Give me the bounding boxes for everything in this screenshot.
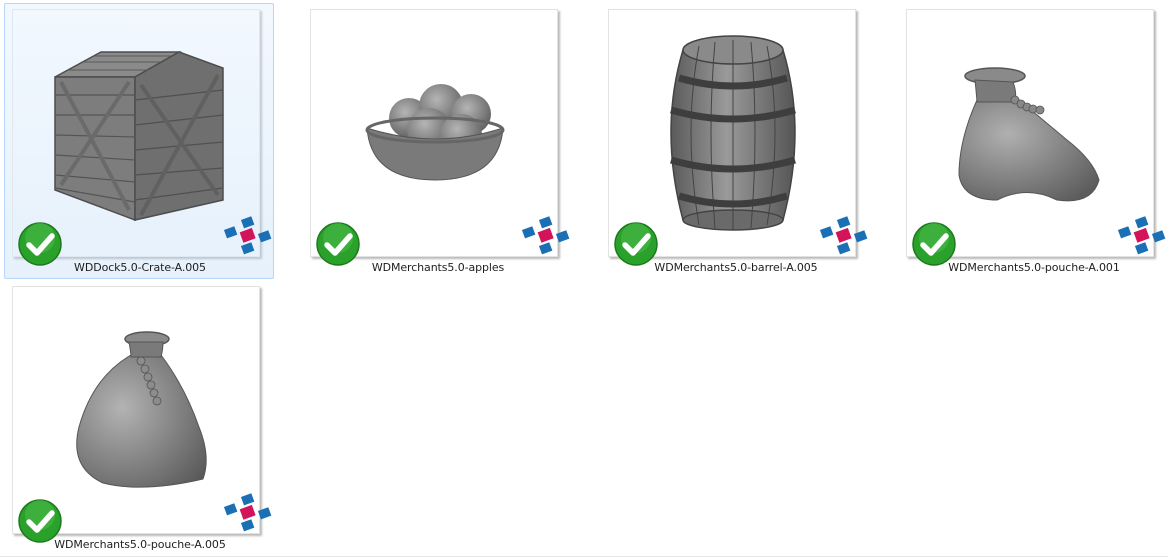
file-item-barrel[interactable]: WDMerchants5.0-barrel-A.005 bbox=[600, 3, 870, 279]
file-name-label: WDMerchants5.0-barrel-A.005 bbox=[654, 261, 818, 274]
file-icon-view: WDDock5.0-Crate-A.005 WDMerchants5.0-app… bbox=[0, 0, 1168, 557]
file-item-pouch-a005[interactable]: WDMerchants5.0-pouche-A.005 bbox=[4, 280, 274, 556]
app-logo-icon bbox=[223, 216, 272, 255]
file-name-label: WDMerchants5.0-pouche-A.005 bbox=[54, 538, 226, 551]
file-item-pouch-a001[interactable]: WDMerchants5.0-pouche-A.001 bbox=[898, 3, 1168, 279]
thumbnail bbox=[310, 9, 570, 266]
thumbnail bbox=[906, 9, 1166, 266]
file-name-label: WDDock5.0-Crate-A.005 bbox=[74, 261, 206, 274]
file-name-label: WDMerchants5.0-apples bbox=[371, 261, 505, 274]
thumbnail bbox=[12, 9, 272, 266]
app-logo-icon bbox=[1117, 216, 1166, 255]
app-logo-icon bbox=[223, 493, 272, 532]
file-item-crate[interactable]: WDDock5.0-Crate-A.005 bbox=[4, 3, 274, 279]
file-name-label: WDMerchants5.0-pouche-A.001 bbox=[948, 261, 1120, 274]
file-item-apples[interactable]: WDMerchants5.0-apples bbox=[302, 3, 572, 279]
thumbnail bbox=[608, 9, 868, 266]
app-logo-icon bbox=[819, 216, 868, 255]
app-logo-icon bbox=[521, 216, 570, 255]
thumbnail bbox=[12, 286, 272, 543]
